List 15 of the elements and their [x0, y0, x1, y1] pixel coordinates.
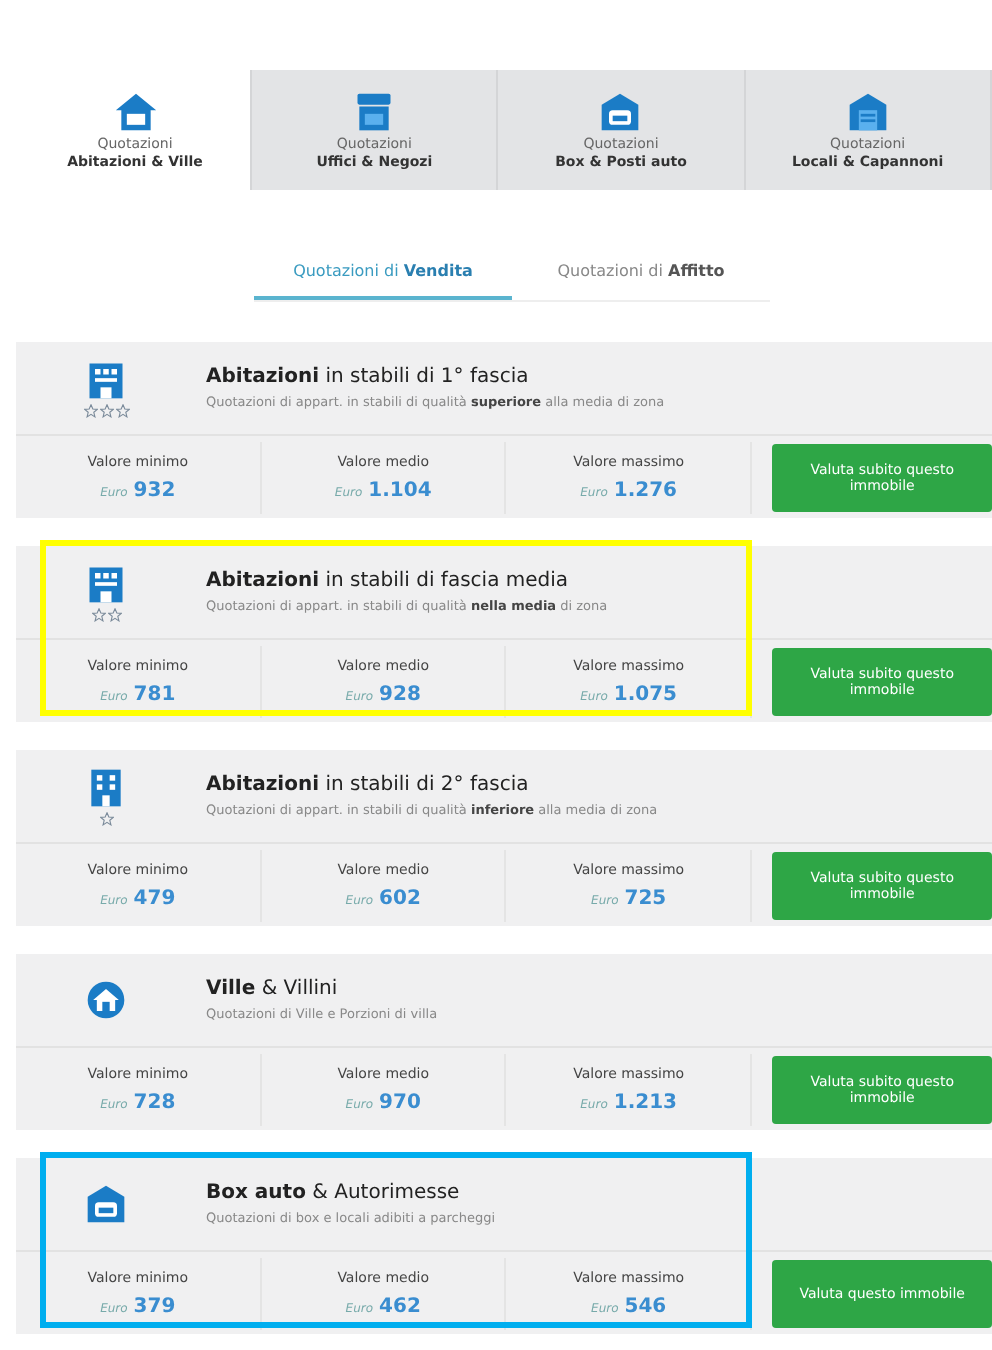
- quotation-tab[interactable]: Quotazioni di Vendita: [254, 250, 512, 300]
- villa-icon: [84, 978, 128, 1022]
- garage-icon: [84, 1182, 128, 1226]
- quotation-tab[interactable]: Quotazioni di Affitto: [512, 250, 770, 300]
- card-title: Ville & Villini: [206, 978, 340, 1000]
- card-title: Abitazioni in stabili di 2° fascia: [206, 774, 531, 796]
- shop-icon: [352, 90, 397, 134]
- apartment-building-icon: [84, 562, 128, 606]
- garage-icon: [598, 90, 643, 134]
- card-title: Box auto & Autorimesse: [206, 1182, 462, 1204]
- card-title: Abitazioni in stabili di 1° fascia: [206, 366, 531, 388]
- card-title: Abitazioni in stabili di fascia media: [206, 570, 571, 592]
- warehouse-icon: [845, 90, 890, 134]
- apartment-building-icon: [84, 358, 128, 402]
- house-icon: [113, 90, 157, 134]
